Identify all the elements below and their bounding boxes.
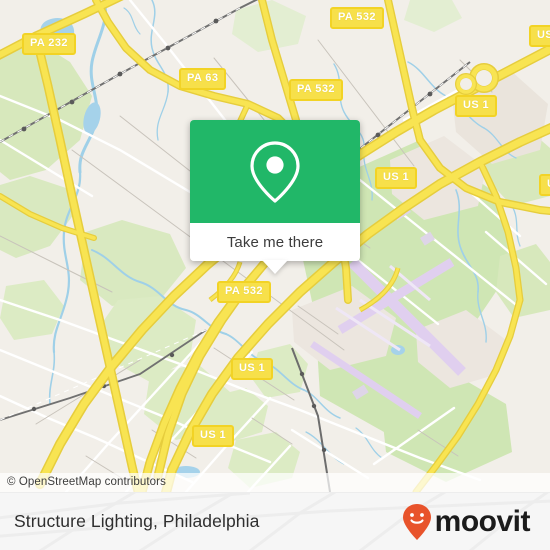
map-attribution: © OpenStreetMap contributors xyxy=(0,473,550,492)
popup-image-area xyxy=(190,120,360,223)
road-shield: PA 232 xyxy=(22,33,76,55)
popup-pointer-tail xyxy=(262,260,288,274)
road-shield: US 1 xyxy=(231,358,274,380)
road-shield: PA 532 xyxy=(217,281,271,303)
road-shield: US 1 xyxy=(455,95,498,117)
road-shield: PA 63 xyxy=(179,68,227,90)
footer-bar: Structure Lighting, Philadelphia moovit xyxy=(0,492,550,550)
road-shield: PA 532 xyxy=(330,7,384,29)
take-me-there-label: Take me there xyxy=(226,233,324,251)
moovit-wordmark: moovit xyxy=(434,504,531,538)
road-shield: PA 532 xyxy=(289,79,343,101)
popup-action-area[interactable]: Take me there xyxy=(190,223,360,274)
app-root: PA 232 PA 63 PA 532 PA 532 US 1 US 1 US 1 US 1 P… xyxy=(0,0,550,550)
moovit-logo[interactable]: moovit xyxy=(401,502,531,542)
map-pin-icon xyxy=(250,140,300,203)
place-popup-card[interactable]: Take me there xyxy=(190,120,360,274)
road-shield: US 1 xyxy=(529,25,550,47)
road-shield: US 1 xyxy=(539,174,550,196)
moovit-pin-smile-icon xyxy=(402,503,431,540)
road-shield: US 1 xyxy=(375,167,418,189)
page-title: Structure Lighting, Philadelphia xyxy=(14,511,260,531)
road-shield: US 1 xyxy=(192,425,235,447)
